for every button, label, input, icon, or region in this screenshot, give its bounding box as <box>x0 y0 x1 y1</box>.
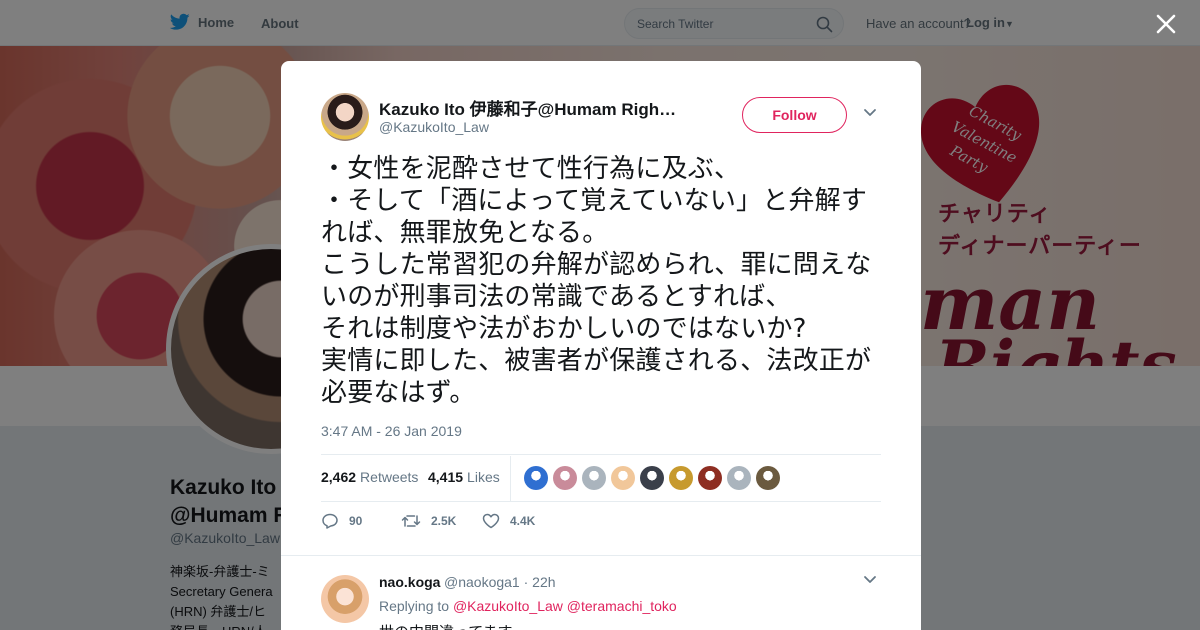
close-icon[interactable] <box>1153 11 1179 37</box>
mention-link[interactable]: @teramachi_toko <box>567 598 677 614</box>
likers-avatars <box>524 466 785 490</box>
replying-to: Replying to @KazukoIto_Law @teramachi_to… <box>379 598 677 614</box>
liker-avatar[interactable] <box>524 466 548 490</box>
reply-handle-text: @naokoga1 <box>444 574 520 590</box>
liker-avatar[interactable] <box>669 466 693 490</box>
heart-icon <box>482 513 500 529</box>
divider <box>321 501 881 502</box>
reply-author-name[interactable]: nao.koga <box>379 574 440 590</box>
retweet-button[interactable]: 2.5K <box>401 513 482 529</box>
liker-avatar[interactable] <box>582 466 606 490</box>
reply-icon <box>322 513 338 529</box>
reply-button[interactable]: 90 <box>321 513 401 529</box>
divider <box>321 454 881 455</box>
liker-avatar[interactable] <box>553 466 577 490</box>
likes-label: Likes <box>467 469 500 485</box>
liker-avatar[interactable] <box>698 466 722 490</box>
liker-avatar[interactable] <box>640 466 664 490</box>
reply-avatar[interactable] <box>321 575 369 623</box>
like-count: 4.4K <box>510 514 536 528</box>
liker-avatar[interactable] <box>756 466 780 490</box>
replying-label: Replying to <box>379 598 450 614</box>
tweet-modal: Kazuko Ito 伊藤和子@Humam Righ… @KazukoIto_L… <box>281 61 921 630</box>
liker-avatar[interactable] <box>611 466 635 490</box>
likes-stat[interactable]: 4,415 Likes <box>428 469 500 485</box>
retweets-count: 2,462 <box>321 469 357 485</box>
retweet-icon <box>401 515 421 527</box>
author-avatar[interactable] <box>321 93 369 141</box>
author-name[interactable]: Kazuko Ito 伊藤和子@Humam Righ… <box>379 95 699 120</box>
chevron-down-icon[interactable] <box>863 575 877 585</box>
reply-author-handle[interactable]: @naokoga1 · 22h <box>444 574 556 590</box>
retweets-stat[interactable]: 2,462 Retweets <box>321 469 418 485</box>
reply-time: · 22h <box>523 574 556 590</box>
retweets-label: Retweets <box>360 469 419 485</box>
tweet-timestamp[interactable]: 3:47 AM - 26 Jan 2019 <box>321 423 462 439</box>
like-button[interactable]: 4.4K <box>482 513 535 529</box>
retweet-count: 2.5K <box>431 514 457 528</box>
tweet-actions: 90 2.5K 4.4K <box>321 513 535 529</box>
follow-button[interactable]: Follow <box>742 97 847 133</box>
chevron-down-icon[interactable] <box>863 108 877 118</box>
mention-link[interactable]: @KazukoIto_Law <box>453 598 563 614</box>
reply-count: 90 <box>349 514 363 528</box>
likes-count: 4,415 <box>428 469 464 485</box>
reply-section-divider <box>281 555 921 565</box>
author-handle[interactable]: @KazukoIto_Law <box>379 119 489 135</box>
liker-avatar[interactable] <box>727 466 751 490</box>
tweet-text: ・女性を泥酔させて性行為に及ぶ、 ・そして「酒によって覚えていない」と弁解すれば… <box>321 154 872 408</box>
divider <box>510 456 511 501</box>
reply-text: 世の中間違ってます <box>379 621 513 630</box>
